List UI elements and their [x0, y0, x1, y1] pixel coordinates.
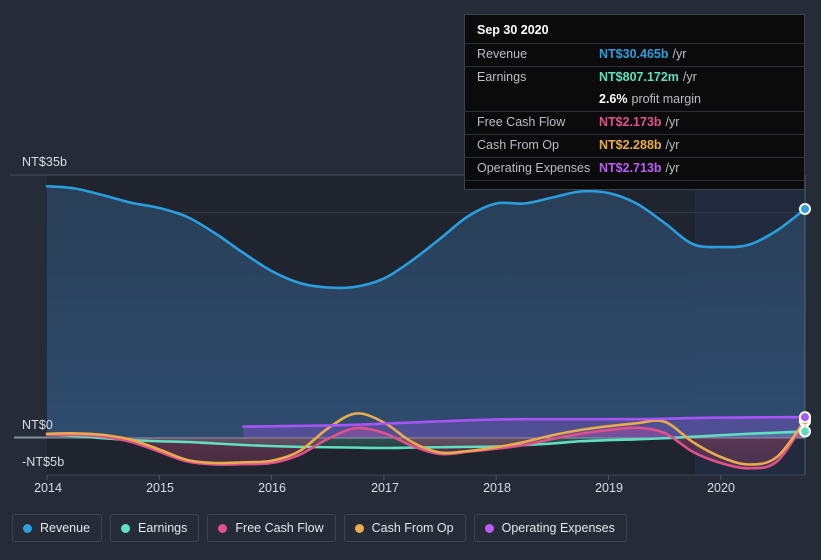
- tooltip-row-key: Earnings: [477, 70, 527, 84]
- y-axis-label-zero: NT$0: [22, 418, 53, 432]
- x-axis-tick-2014: 2014: [34, 481, 62, 495]
- tooltip-row-value: 2.6%: [599, 92, 628, 106]
- tooltip-row-value-wrap: NT$30.465b/yr: [599, 47, 686, 61]
- tooltip-row-unit: /yr: [665, 138, 680, 152]
- y-axis-label-bottom: -NT$5b: [22, 455, 65, 469]
- tooltip-row-unit: /yr: [665, 115, 680, 129]
- x-axis-tick-2019: 2019: [595, 481, 623, 495]
- tooltip-row-value-wrap: NT$2.288b/yr: [599, 138, 679, 152]
- x-axis-tick-2016: 2016: [258, 481, 286, 495]
- legend-item-revenue[interactable]: Revenue: [12, 514, 103, 542]
- x-axis-tick-2020: 2020: [707, 481, 735, 495]
- data-point-tooltip: Sep 30 2020 Revenue NT$30.465b/yr Earnings…: [464, 14, 805, 190]
- tooltip-row-value: NT$807.172m: [599, 70, 679, 84]
- x-axis-tick-2015: 2015: [146, 481, 174, 495]
- tooltip-row: 2.6% profit margin: [465, 89, 804, 111]
- tooltip-row-unit: profit margin: [631, 92, 701, 106]
- legend-item-cash-from-op[interactable]: Cash From Op: [343, 514, 466, 542]
- tooltip-row-unit: /yr: [682, 70, 697, 84]
- tooltip-row: Free Cash Flow NT$2.173b/yr: [465, 111, 804, 134]
- tooltip-row-key: Revenue: [477, 47, 528, 61]
- tooltip-row-key: Cash From Op: [477, 138, 559, 152]
- legend-item-label: Free Cash Flow: [235, 521, 324, 535]
- tooltip-row-value-wrap: 2.6% profit margin: [599, 92, 701, 106]
- tooltip-row-key: Free Cash Flow: [477, 115, 566, 129]
- legend-color-dot-icon: [23, 523, 32, 533]
- tooltip-row-value-wrap: NT$2.173b/yr: [599, 115, 679, 129]
- y-axis-label-top: NT$35b: [22, 155, 68, 169]
- legend-item-free-cash-flow[interactable]: Free Cash Flow: [207, 514, 336, 542]
- tooltip-row-key: Operating Expenses: [477, 161, 591, 175]
- x-axis-tick-2017: 2017: [371, 481, 399, 495]
- x-axis-tick-2018: 2018: [483, 481, 511, 495]
- tooltip-row: Revenue NT$30.465b/yr: [465, 43, 804, 66]
- tooltip-row: Cash From Op NT$2.288b/yr: [465, 134, 804, 157]
- tooltip-row-value: NT$2.713b: [599, 161, 662, 175]
- legend-item-label: Earnings: [138, 521, 188, 535]
- tooltip-row-value-wrap: NT$807.172m/yr: [599, 70, 697, 84]
- legend-item-earnings[interactable]: Earnings: [110, 514, 200, 542]
- tooltip-row: Earnings NT$807.172m/yr: [465, 66, 804, 89]
- tooltip-row-value: NT$2.288b: [599, 138, 662, 152]
- legend-color-dot-icon: [218, 523, 228, 533]
- legend-item-label: Operating Expenses: [501, 521, 615, 535]
- tooltip-row-value-wrap: NT$2.713b/yr: [599, 161, 679, 175]
- legend-item-label: Cash From Op: [371, 521, 454, 535]
- tooltip-row-unit: /yr: [672, 47, 687, 61]
- legend-color-dot-icon: [121, 523, 131, 533]
- tooltip-row-value: NT$30.465b: [599, 47, 669, 61]
- chart-container: NT$35b NT$0 -NT$5b 2014 2015 2016 2017 2…: [0, 0, 821, 560]
- tooltip-row-value: NT$2.173b: [599, 115, 662, 129]
- legend-color-dot-icon: [354, 523, 364, 533]
- tooltip-date: Sep 30 2020: [477, 23, 549, 37]
- legend-item-label: Revenue: [40, 521, 91, 535]
- chart-legend: Revenue Earnings Free Cash Flow Cash From O…: [12, 514, 627, 542]
- tooltip-footer-rule: [465, 180, 804, 185]
- legend-color-dot-icon: [484, 523, 494, 533]
- legend-item-operating-expenses[interactable]: Operating Expenses: [473, 514, 627, 542]
- tooltip-row-unit: /yr: [665, 161, 680, 175]
- tooltip-row: Operating Expenses NT$2.713b/yr: [465, 157, 804, 180]
